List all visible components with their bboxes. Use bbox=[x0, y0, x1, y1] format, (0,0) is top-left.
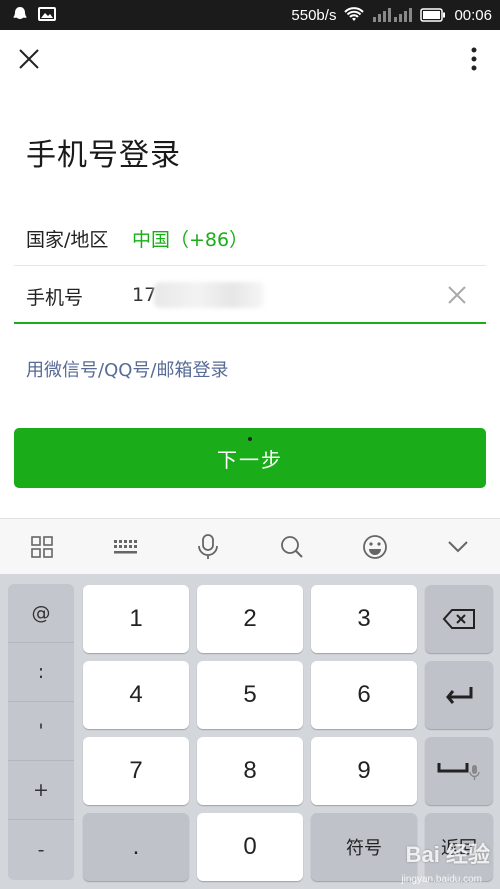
close-button[interactable] bbox=[12, 42, 46, 76]
key-apostrophe[interactable]: ' bbox=[8, 702, 74, 761]
key-9[interactable]: 9 bbox=[311, 737, 417, 805]
top-bar bbox=[0, 30, 500, 88]
emoji-button[interactable] bbox=[355, 527, 395, 567]
grid-button[interactable] bbox=[22, 527, 62, 567]
notification-icon bbox=[13, 7, 27, 19]
key-3[interactable]: 3 bbox=[311, 585, 417, 653]
country-value: 中国（+86） bbox=[132, 229, 249, 251]
baidu-watermark: Bai 经验 bbox=[405, 842, 490, 867]
phone-row: 手机号 bbox=[14, 266, 486, 324]
enter-key[interactable] bbox=[425, 661, 493, 729]
signal-icon bbox=[373, 8, 413, 22]
enter-icon bbox=[446, 687, 473, 704]
page-title: 手机号登录 bbox=[26, 138, 181, 173]
battery-icon bbox=[420, 8, 446, 22]
status-bar-left bbox=[12, 6, 56, 22]
key-1[interactable]: 1 bbox=[83, 585, 189, 653]
phone-label: 手机号 bbox=[26, 287, 84, 309]
clear-input-button[interactable] bbox=[444, 282, 470, 308]
microphone-icon bbox=[198, 533, 219, 559]
country-selector[interactable]: 国家/地区 中国（+86） bbox=[14, 208, 486, 266]
search-icon bbox=[280, 535, 303, 558]
key-0[interactable]: 0 bbox=[197, 813, 303, 881]
chevron-down-icon bbox=[448, 540, 469, 552]
key-dot[interactable]: . bbox=[83, 813, 189, 881]
voice-input-button[interactable] bbox=[188, 527, 228, 567]
key-5[interactable]: 5 bbox=[197, 661, 303, 729]
status-bar-right: 550b/s 00:06 bbox=[291, 0, 492, 30]
search-button[interactable] bbox=[272, 527, 312, 567]
numeric-keyboard: @ : ' + - 1 2 3 4 5 6 7 8 9 . 0 符号 返回 Ba… bbox=[0, 574, 500, 889]
image-icon bbox=[38, 7, 56, 21]
space-icon bbox=[437, 763, 480, 780]
hide-keyboard-button[interactable] bbox=[438, 527, 478, 567]
grid-icon bbox=[30, 535, 53, 558]
clock: 00:06 bbox=[454, 6, 492, 24]
baidu-watermark-url: jingyan.baidu.com bbox=[401, 874, 482, 885]
symbol-column: @ : ' + - bbox=[8, 584, 74, 880]
status-bar: 550b/s 00:06 bbox=[0, 0, 500, 30]
key-minus[interactable]: - bbox=[8, 820, 74, 879]
more-options-button[interactable] bbox=[462, 42, 486, 76]
keyboard-toolbar bbox=[0, 518, 500, 574]
clear-icon bbox=[448, 286, 466, 304]
touch-indicator bbox=[248, 437, 252, 441]
backspace-icon bbox=[442, 609, 475, 629]
alt-login-link[interactable]: 用微信号/QQ号/邮箱登录 bbox=[26, 356, 228, 382]
backspace-key[interactable] bbox=[425, 585, 493, 653]
key-6[interactable]: 6 bbox=[311, 661, 417, 729]
emoji-icon bbox=[363, 534, 387, 559]
wifi-icon bbox=[344, 7, 365, 21]
key-plus[interactable]: + bbox=[8, 761, 74, 820]
space-key[interactable] bbox=[425, 737, 493, 805]
key-colon[interactable]: : bbox=[8, 643, 74, 702]
network-speed: 550b/s bbox=[291, 6, 337, 24]
redacted-phone-digits bbox=[154, 282, 264, 308]
keyboard-switch-button[interactable] bbox=[105, 527, 145, 567]
symbol-key[interactable]: 符号 bbox=[311, 813, 417, 881]
key-2[interactable]: 2 bbox=[197, 585, 303, 653]
country-label: 国家/地区 bbox=[26, 229, 109, 251]
key-4[interactable]: 4 bbox=[83, 661, 189, 729]
key-8[interactable]: 8 bbox=[197, 737, 303, 805]
close-icon bbox=[19, 49, 39, 69]
more-vertical-icon bbox=[471, 47, 477, 71]
key-at[interactable]: @ bbox=[8, 584, 74, 643]
key-7[interactable]: 7 bbox=[83, 737, 189, 805]
keyboard-icon bbox=[113, 539, 137, 553]
